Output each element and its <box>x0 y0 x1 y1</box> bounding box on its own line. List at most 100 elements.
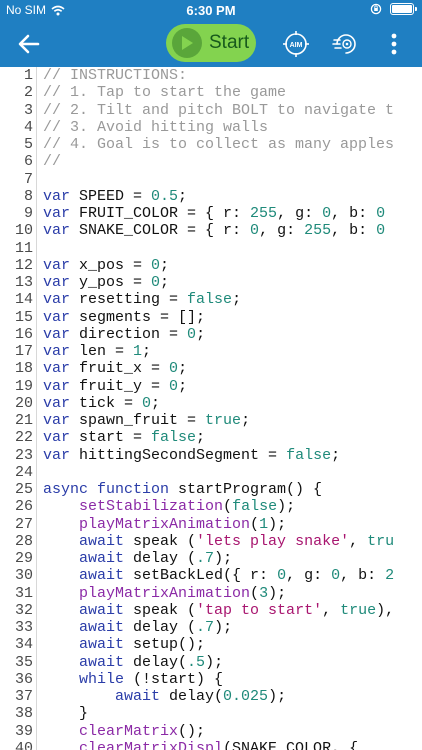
start-button[interactable]: Start <box>166 24 256 62</box>
code-token: false <box>151 429 197 447</box>
code-token: setStabilization <box>79 498 224 516</box>
code-line[interactable]: 9 var FRUIT_COLOR = { r: 255, g: 0, b: 0 <box>0 205 422 223</box>
code-text: var x_pos = 0; <box>37 257 169 274</box>
code-text: await delay(.5); <box>37 654 223 671</box>
code-token: var <box>43 394 71 412</box>
code-line[interactable]: 5 // 4. Goal is to collect as many apples <box>0 136 422 154</box>
aim-button[interactable]: AIM <box>282 30 310 58</box>
code-line[interactable]: 36 while (!start) { <box>0 670 422 688</box>
code-line[interactable]: 11 <box>0 239 422 257</box>
code-text: var tick = 0; <box>37 395 160 412</box>
code-token: } <box>43 705 89 723</box>
code-token: x_pos = <box>70 256 152 274</box>
code-line[interactable]: 7 <box>0 170 422 188</box>
code-line[interactable]: 21 var spawn_fruit = true; <box>0 412 422 430</box>
back-button[interactable] <box>14 30 44 58</box>
code-text: await speak ('lets play snake', tru <box>37 533 394 550</box>
code-line[interactable]: 10 var SNAKE_COLOR = { r: 0, g: 255, b: 0 <box>0 222 422 240</box>
code-line[interactable]: 18 var fruit_x = 0; <box>0 360 422 378</box>
code-line[interactable]: 16 var direction = 0; <box>0 325 422 343</box>
code-line[interactable]: 14 var resetting = false; <box>0 291 422 309</box>
code-line[interactable]: 15 var segments = []; <box>0 308 422 326</box>
calibrate-button[interactable] <box>331 29 361 59</box>
code-token: 0 <box>187 325 197 343</box>
code-line[interactable]: 30 await setBackLed({ r: 0, g: 0, b: 2 <box>0 567 422 585</box>
code-token: await <box>79 619 125 636</box>
code-text: var fruit_y = 0; <box>37 378 187 395</box>
line-number: 34 <box>0 636 37 654</box>
code-line[interactable]: 24 <box>0 463 422 481</box>
line-number: 28 <box>0 532 37 550</box>
code-token: start = <box>70 429 152 447</box>
code-token: ; <box>178 377 188 395</box>
code-line[interactable]: 25 async function startProgram() { <box>0 481 422 499</box>
code-text: async function startProgram() { <box>37 481 322 498</box>
line-number: 24 <box>0 463 37 481</box>
code-line[interactable]: 23 var hittingSecondSegment = false; <box>0 446 422 464</box>
code-token: 2 <box>385 567 395 585</box>
code-line[interactable]: 13 var y_pos = 0; <box>0 274 422 292</box>
code-line[interactable]: 2 // 1. Tap to start the game <box>0 84 422 102</box>
code-token: 3 <box>259 584 269 602</box>
code-token: false <box>232 498 278 516</box>
code-line[interactable]: 29 await delay (.7); <box>0 550 422 568</box>
app-header: No SIM 6:30 PM Start AIM <box>0 0 422 67</box>
line-number: 4 <box>0 118 37 136</box>
code-token: ; <box>151 394 161 412</box>
code-token: 0 <box>331 567 341 585</box>
code-token: false <box>286 446 332 464</box>
code-line[interactable]: 28 await speak ('lets play snake', tru <box>0 532 422 550</box>
code-line[interactable]: 33 await delay (.7); <box>0 619 422 637</box>
code-line[interactable]: 37 await delay(0.025); <box>0 688 422 706</box>
code-line[interactable]: 6 // <box>0 153 422 171</box>
more-options-button[interactable] <box>384 31 404 57</box>
code-text: playMatrixAnimation(1); <box>37 516 286 533</box>
code-line[interactable]: 34 await setup(); <box>0 636 422 654</box>
code-line[interactable]: 1 // INSTRUCTIONS: <box>0 67 422 85</box>
code-token: setBackLed({ r: <box>124 567 278 585</box>
code-line[interactable]: 12 var x_pos = 0; <box>0 256 422 274</box>
code-token: delay ( <box>124 619 197 636</box>
code-line[interactable]: 35 await delay(.5); <box>0 653 422 671</box>
code-token: delay( <box>124 653 188 671</box>
code-line[interactable]: 3 // 2. Tilt and pitch BOLT to navigate t <box>0 101 422 119</box>
code-line[interactable]: 26 setStabilization(false); <box>0 498 422 516</box>
code-token: , <box>349 532 368 550</box>
code-line[interactable]: 27 playMatrixAnimation(1); <box>0 515 422 533</box>
line-number: 35 <box>0 653 37 671</box>
code-line[interactable]: 40 clearMatrixDispl(SNAKE_COLOR, { <box>0 739 422 750</box>
code-token: SPEED = <box>70 187 152 205</box>
code-token: , g: <box>277 205 323 222</box>
code-token: FRUIT_COLOR = { r: <box>70 205 251 222</box>
code-token: playMatrixAnimation <box>79 584 251 602</box>
code-token: 0 <box>142 394 152 412</box>
code-line[interactable]: 4 // 3. Avoid hitting walls <box>0 118 422 136</box>
code-text: // <box>37 153 61 170</box>
code-token: 0 <box>277 567 287 585</box>
code-token: async function <box>43 481 170 498</box>
code-line[interactable]: 8 var SPEED = 0.5; <box>0 187 422 205</box>
line-number: 22 <box>0 429 37 447</box>
code-token: 0 <box>169 377 179 395</box>
code-token: , g: <box>286 567 332 585</box>
code-token: delay( <box>160 688 224 705</box>
code-token: speak ( <box>124 532 197 550</box>
code-line[interactable]: 31 playMatrixAnimation(3); <box>0 584 422 602</box>
code-line[interactable]: 32 await speak ('tap to start', true), <box>0 601 422 619</box>
code-token: , b: <box>340 567 386 585</box>
code-line[interactable]: 39 clearMatrix(); <box>0 722 422 740</box>
code-editor[interactable]: 1 // INSTRUCTIONS: 2 // 1. Tap to start the… <box>0 67 422 750</box>
code-token: var <box>43 274 71 291</box>
code-line[interactable]: 38 } <box>0 705 422 723</box>
line-number: 32 <box>0 601 37 619</box>
code-token: ; <box>196 325 206 343</box>
code-line[interactable]: 20 var tick = 0; <box>0 394 422 412</box>
code-line[interactable]: 19 var fruit_y = 0; <box>0 377 422 395</box>
code-token: .7 <box>196 550 215 567</box>
code-line[interactable]: 17 var len = 1; <box>0 343 422 361</box>
code-line[interactable]: 22 var start = false; <box>0 429 422 447</box>
code-token: 1 <box>259 515 269 533</box>
